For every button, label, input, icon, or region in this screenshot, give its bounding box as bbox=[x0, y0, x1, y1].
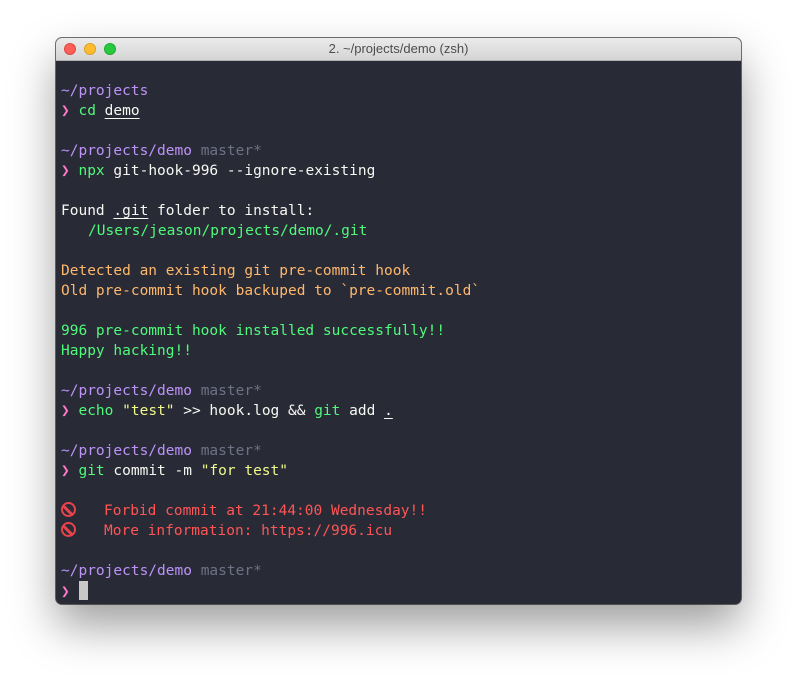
title-bar[interactable]: 2. ~/projects/demo (zsh) bbox=[56, 38, 741, 61]
command-name: git bbox=[314, 403, 341, 419]
command-name: cd bbox=[78, 103, 96, 119]
cwd-path: ~/projects/demo bbox=[61, 383, 192, 399]
git-folder-text: .git bbox=[113, 203, 149, 219]
command-arguments: >> hook.log && bbox=[174, 403, 315, 419]
command-name: echo bbox=[78, 403, 114, 419]
git-branch: master* bbox=[200, 443, 262, 459]
command-line: ❯ git commit -m "for test" bbox=[61, 461, 741, 481]
window-title: 2. ~/projects/demo (zsh) bbox=[328, 41, 469, 56]
command-string: "for test" bbox=[200, 463, 289, 479]
output-line: /Users/jeason/projects/demo/.git bbox=[61, 221, 741, 241]
prompt-path-line: ~/projects/demo master* bbox=[61, 441, 741, 461]
git-branch: master* bbox=[200, 143, 262, 159]
prompt-path-line: ~/projects/demo master* bbox=[61, 381, 741, 401]
success-line: Happy hacking!! bbox=[61, 341, 741, 361]
success-text: 996 pre-commit hook installed successful… bbox=[61, 323, 446, 339]
cwd-path: ~/projects bbox=[61, 83, 149, 99]
prompt-symbol: ❯ bbox=[61, 463, 70, 479]
command-arguments: commit -m bbox=[104, 463, 201, 479]
prompt-path-line: ~/projects/demo master* bbox=[61, 561, 741, 581]
no-entry-icon bbox=[61, 522, 76, 537]
warning-line: Old pre-commit hook backuped to `pre-com… bbox=[61, 281, 741, 301]
prompt-path-line: ~/projects/demo master* bbox=[61, 141, 741, 161]
error-text: Forbid commit at 21:44:00 Wednesday!! bbox=[104, 503, 428, 519]
text-cursor[interactable] bbox=[78, 581, 88, 600]
output-text: Found bbox=[61, 203, 114, 219]
output-text: folder to install: bbox=[148, 203, 315, 219]
command-name: npx bbox=[78, 163, 105, 179]
error-text: More information: https://996.icu bbox=[104, 523, 393, 539]
command-line: ❯ npx git-hook-996 --ignore-existing bbox=[61, 161, 741, 181]
command-arguments: git-hook-996 --ignore-existing bbox=[113, 163, 376, 179]
warning-text: Old pre-commit hook backuped to `pre-com… bbox=[61, 283, 481, 299]
warning-line: Detected an existing git pre-commit hook bbox=[61, 261, 741, 281]
input-line[interactable]: ❯ bbox=[61, 581, 741, 601]
git-branch: master* bbox=[200, 563, 262, 579]
command-line: ❯ cd demo bbox=[61, 101, 741, 121]
cwd-path: ~/projects/demo bbox=[61, 563, 192, 579]
terminal-window: 2. ~/projects/demo (zsh) ~/projects ❯ cd… bbox=[56, 38, 741, 604]
git-path-text: /Users/jeason/projects/demo/.git bbox=[88, 223, 368, 239]
error-line: More information: https://996.icu bbox=[61, 521, 741, 541]
command-name: git bbox=[78, 463, 105, 479]
output-line: Found .git folder to install: bbox=[61, 201, 741, 221]
terminal-output[interactable]: ~/projects ❯ cd demo ~/projects/demo mas… bbox=[56, 61, 741, 604]
command-argument: demo bbox=[104, 103, 140, 119]
no-entry-icon bbox=[61, 502, 76, 517]
git-branch: master* bbox=[200, 383, 262, 399]
command-string: "test" bbox=[122, 403, 175, 419]
command-arguments: add bbox=[340, 403, 385, 419]
success-text: Happy hacking!! bbox=[61, 343, 192, 359]
prompt-symbol: ❯ bbox=[61, 103, 70, 119]
error-line: Forbid commit at 21:44:00 Wednesday!! bbox=[61, 501, 741, 521]
command-line: ❯ echo "test" >> hook.log && git add . bbox=[61, 401, 741, 421]
cwd-path: ~/projects/demo bbox=[61, 443, 192, 459]
success-line: 996 pre-commit hook installed successful… bbox=[61, 321, 741, 341]
prompt-symbol: ❯ bbox=[61, 584, 70, 600]
prompt-symbol: ❯ bbox=[61, 163, 70, 179]
prompt-symbol: ❯ bbox=[61, 403, 70, 419]
cwd-path: ~/projects/demo bbox=[61, 143, 192, 159]
command-argument: . bbox=[384, 403, 393, 419]
prompt-path-line: ~/projects bbox=[61, 81, 741, 101]
warning-text: Detected an existing git pre-commit hook bbox=[61, 263, 411, 279]
